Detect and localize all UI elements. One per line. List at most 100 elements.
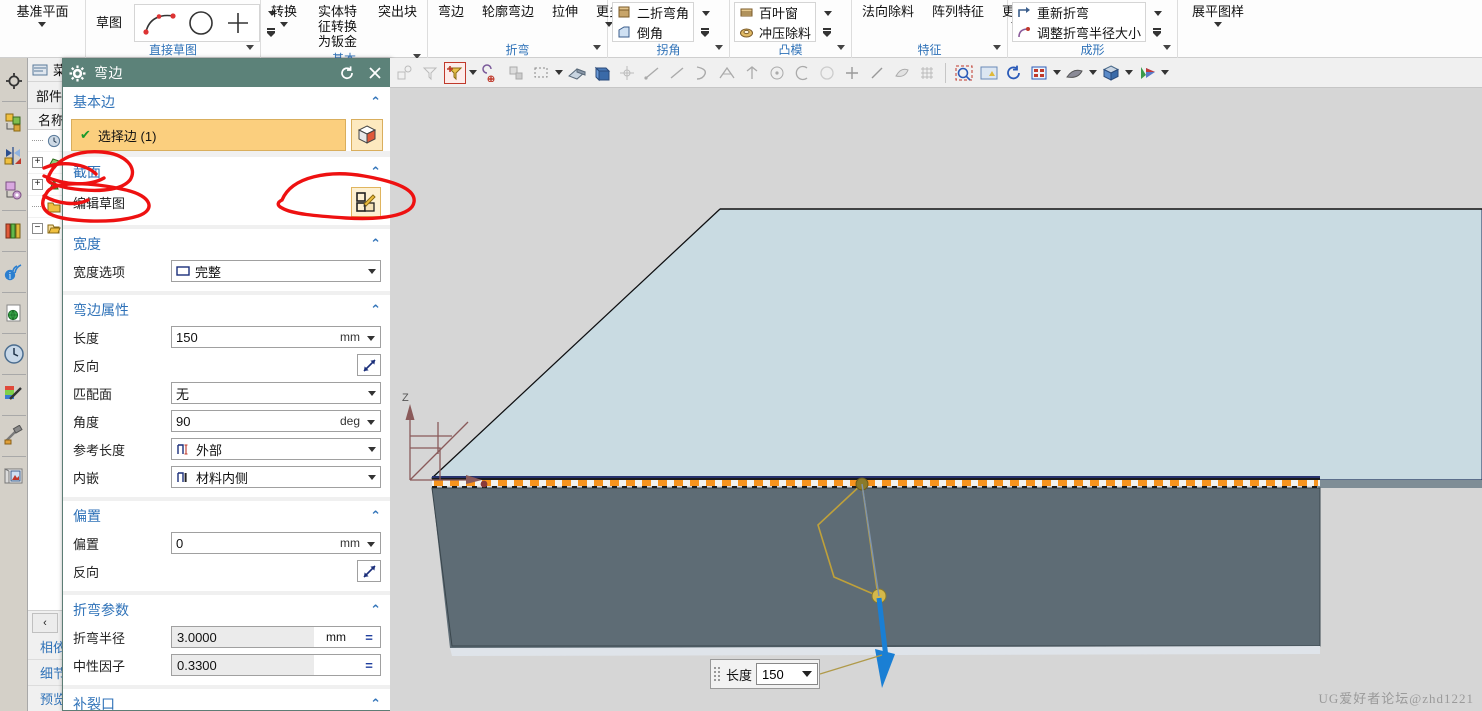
ribbon-item-punch-cut[interactable]: 冲压除料: [739, 23, 811, 42]
section-header-offset[interactable]: 偏置 ⌃: [63, 501, 391, 529]
chevron-down-icon[interactable]: [702, 10, 711, 16]
ribbon-button-normal-cutout[interactable]: 法向除料: [856, 2, 920, 22]
circle-icon[interactable]: [816, 62, 838, 84]
chevron-down-icon[interactable]: [1125, 70, 1133, 75]
chevron-down-icon[interactable]: [555, 70, 563, 75]
chevron-down-icon[interactable]: [368, 390, 376, 396]
section-header-width[interactable]: 宽度 ⌃: [63, 229, 391, 257]
chevron-up-icon[interactable]: ⌃: [370, 236, 381, 252]
close-icon[interactable]: [365, 63, 385, 83]
edit-sketch-label[interactable]: 编辑草图: [73, 193, 125, 212]
selection-filter-icon[interactable]: [444, 61, 466, 84]
tree-expander-icon[interactable]: +: [32, 179, 43, 190]
sidebar-item-system-info[interactable]: i: [1, 255, 27, 289]
reset-icon[interactable]: [337, 63, 357, 83]
expression-icon[interactable]: =: [358, 630, 380, 645]
expression-icon[interactable]: =: [358, 658, 380, 673]
collapse-left-button[interactable]: ‹: [32, 612, 58, 633]
bend-radius-field[interactable]: 3.0000 mm =: [171, 626, 381, 648]
dialog-launcher-icon[interactable]: [715, 45, 723, 50]
filter-icon[interactable]: [419, 62, 441, 84]
edit-sketch-icon[interactable]: [351, 187, 381, 217]
sidebar-item-web-browser[interactable]: [1, 296, 27, 330]
chevron-down-icon[interactable]: [368, 446, 376, 452]
sidebar-item-reuse-library[interactable]: [1, 139, 27, 173]
width-option-select[interactable]: 完整: [171, 260, 381, 282]
line-icon[interactable]: [641, 62, 663, 84]
graphics-viewport[interactable]: Z 长度 150 UG爱好者论坛@zhd1221: [390, 58, 1482, 711]
ribbon-button-pattern-feature[interactable]: 阵列特征: [926, 2, 990, 22]
ribbon-button-sketch[interactable]: 草图: [90, 11, 128, 33]
chevron-down-icon[interactable]: [38, 22, 47, 27]
corner-overflow[interactable]: [700, 2, 712, 42]
chevron-up-icon[interactable]: ⌃: [370, 602, 381, 618]
shaded-icon[interactable]: [566, 62, 588, 84]
chevron-down-icon[interactable]: [367, 420, 375, 425]
expand-more-icon[interactable]: [1152, 26, 1162, 38]
style-icon[interactable]: [1136, 62, 1158, 84]
length-input[interactable]: 150 mm: [171, 326, 381, 348]
sidebar-item-history[interactable]: [1, 337, 27, 371]
chevron-down-icon[interactable]: [280, 22, 288, 27]
chevron-down-icon[interactable]: [367, 336, 375, 341]
reverse-direction-icon[interactable]: [357, 354, 381, 376]
length-value[interactable]: 150: [176, 330, 198, 345]
spline-icon[interactable]: [143, 10, 177, 36]
rotate-icon[interactable]: [1003, 62, 1025, 84]
offset-value[interactable]: 0: [176, 536, 183, 551]
chevron-down-icon[interactable]: [368, 474, 376, 480]
model-canvas[interactable]: Z 长度 150 UG爱好者论坛@zhd1221: [390, 88, 1482, 711]
bend-radius-value[interactable]: 3.0000: [172, 627, 314, 647]
chevron-up-icon[interactable]: ⌃: [370, 508, 381, 524]
section-header-flange-properties[interactable]: 弯边属性 ⌃: [63, 295, 391, 323]
plus-icon[interactable]: [841, 62, 863, 84]
ribbon-item-chamfer[interactable]: 倒角: [617, 23, 689, 42]
section-header-section[interactable]: 截面 ⌃: [63, 157, 391, 185]
inline-length-value[interactable]: 150: [762, 667, 784, 682]
chevron-down-icon[interactable]: [802, 671, 813, 677]
select-face-icon[interactable]: [505, 62, 527, 84]
section-header-relief[interactable]: 补裂口 ⌃: [63, 689, 391, 710]
model-geometry[interactable]: Z: [390, 88, 1482, 711]
neutral-factor-value[interactable]: 0.3300: [172, 655, 314, 675]
arc-icon2[interactable]: [791, 62, 813, 84]
angle-input[interactable]: 90 deg: [171, 410, 381, 432]
ribbon-item-resize-bend-radius[interactable]: 调整折弯半径大小: [1017, 23, 1141, 42]
sidebar-item-hd3d-tools[interactable]: [1, 173, 27, 207]
orient-view-icon[interactable]: [1100, 62, 1122, 84]
reference-length-select[interactable]: 外部: [171, 438, 381, 460]
chevron-down-icon[interactable]: [368, 268, 376, 274]
line3-icon[interactable]: [866, 62, 888, 84]
sidebar-item-assembly-navigator[interactable]: [1, 64, 27, 98]
sidebar-item-roles[interactable]: [1, 460, 27, 494]
arc-icon[interactable]: [716, 62, 738, 84]
ribbon-button-contour-flange[interactable]: 轮廓弯边: [476, 2, 540, 22]
shaded-edges-icon[interactable]: [591, 62, 613, 84]
drag-handle[interactable]: [714, 664, 722, 684]
dialog-launcher-icon[interactable]: [593, 45, 601, 50]
ribbon-button-flange[interactable]: 弯边: [432, 2, 470, 22]
fit-view-icon[interactable]: [953, 62, 975, 84]
ribbon-button-datum-plane[interactable]: 基准平面: [10, 2, 74, 29]
plus-icon[interactable]: [225, 10, 251, 36]
ribbon-button-flat-pattern[interactable]: 展平图样: [1186, 2, 1250, 29]
dialog-launcher-icon[interactable]: [993, 45, 1001, 50]
inline-length-input[interactable]: 150: [756, 663, 819, 685]
reverse-direction-icon[interactable]: [357, 560, 381, 582]
menu-icon[interactable]: [32, 63, 48, 77]
tree-expander-icon[interactable]: +: [32, 157, 43, 168]
chevron-down-icon[interactable]: [1161, 70, 1169, 75]
ribbon-button-convert[interactable]: 转换: [265, 2, 303, 29]
snap-to-icon[interactable]: [480, 62, 502, 84]
section-header-bend-parameters[interactable]: 折弯参数 ⌃: [63, 595, 391, 623]
tree-collapse-icon[interactable]: −: [32, 223, 43, 234]
point-set-icon[interactable]: [741, 62, 763, 84]
chevron-up-icon[interactable]: ⌃: [370, 94, 381, 110]
sidebar-item-render-palette[interactable]: [1, 378, 27, 412]
surface-icon[interactable]: [891, 62, 913, 84]
snap-point-icon[interactable]: [394, 62, 416, 84]
chevron-up-icon[interactable]: ⌃: [370, 696, 381, 710]
inline-length-editor[interactable]: 长度 150: [710, 659, 820, 689]
dialog-launcher-icon[interactable]: [837, 45, 845, 50]
circle-icon[interactable]: [187, 9, 215, 37]
